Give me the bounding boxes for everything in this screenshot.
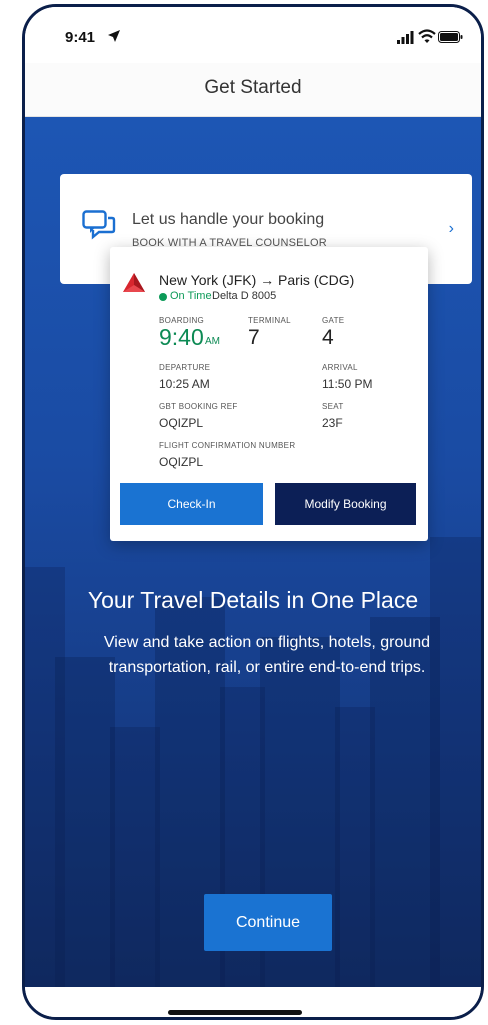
status-time: 9:41	[65, 29, 96, 46]
hero-headline: Your Travel Details in One Place	[87, 587, 419, 613]
seat-label: SEAT	[322, 402, 344, 411]
status-dot-icon	[159, 293, 167, 301]
modify-booking-button[interactable]: Modify Booking	[275, 483, 416, 525]
departure-label: DEPARTURE	[159, 363, 211, 372]
status-bar: 9:41	[25, 7, 481, 69]
chat-bubbles-icon	[82, 210, 116, 240]
flight-route: New York (JFK) → Paris (CDG)	[159, 272, 355, 288]
battery-icon	[438, 31, 463, 43]
flight-status: On Time	[170, 290, 212, 302]
boarding-time: 9:40	[159, 324, 204, 350]
boarding-ampm: AM	[205, 336, 220, 347]
hero-description: View and take action on flights, hotels,…	[103, 634, 431, 676]
arrival-time: 11:50 PM	[322, 377, 373, 391]
counselor-title: Let us handle your booking	[132, 211, 325, 228]
seat-value: 23F	[322, 416, 343, 430]
gbt-booking-ref-label: GBT BOOKING REF	[159, 402, 238, 411]
gbt-booking-ref: OQIZPL	[159, 416, 204, 430]
terminal-label: TERMINAL	[248, 316, 291, 325]
gate-value: 4	[322, 326, 334, 349]
continue-button[interactable]: Continue	[204, 894, 332, 951]
delta-logo-icon	[123, 273, 145, 292]
home-bar-area	[25, 987, 481, 1017]
page-title: Get Started	[204, 77, 302, 98]
departure-time: 10:25 AM	[159, 377, 210, 391]
confirmation-number: OQIZPL	[159, 455, 204, 469]
terminal-value: 7	[248, 326, 260, 349]
flight-number: Delta D 8005	[212, 290, 277, 302]
flight-card: New York (JFK) → Paris (CDG) On Time Del…	[110, 247, 428, 541]
gate-label: GATE	[322, 316, 345, 325]
check-in-button[interactable]: Check-In	[120, 483, 263, 525]
wifi-icon	[418, 29, 436, 43]
chevron-right-icon[interactable]: ›	[449, 220, 454, 238]
home-indicator[interactable]	[168, 1010, 302, 1015]
phone-frame: 9:41 Get Started Let us handle your book…	[22, 4, 484, 1020]
navigation-bar: Get Started	[25, 63, 481, 117]
cellular-signal-icon	[397, 31, 414, 44]
arrival-label: ARRIVAL	[322, 363, 358, 372]
location-arrow-icon	[108, 30, 120, 42]
confirmation-label: FLIGHT CONFIRMATION NUMBER	[159, 441, 296, 450]
